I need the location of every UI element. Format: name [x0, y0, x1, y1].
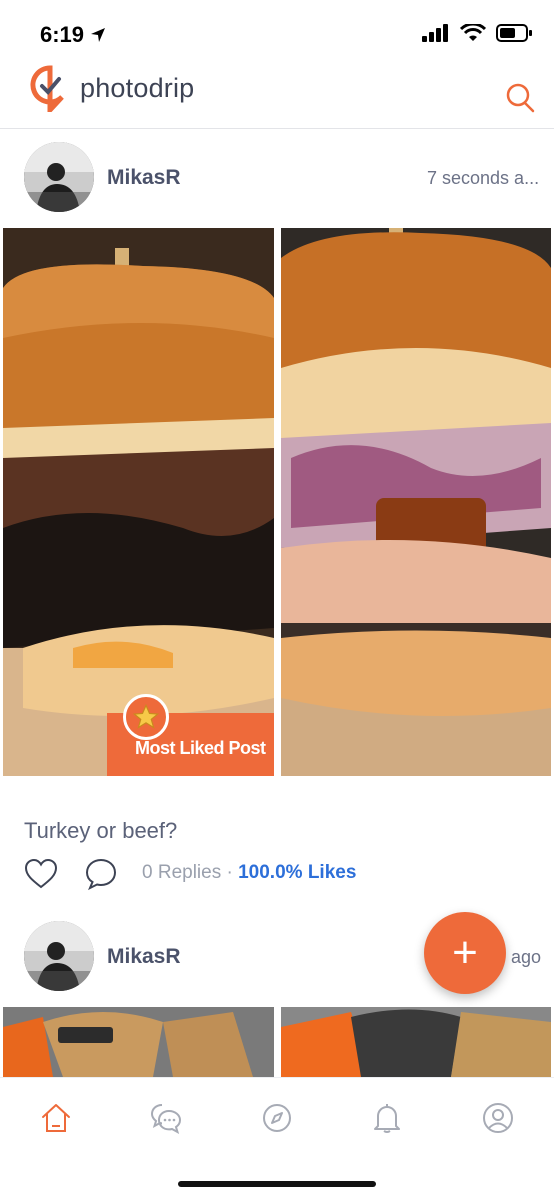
post-username[interactable]: MikasR — [107, 166, 181, 190]
post-time: 7 seconds a... — [427, 168, 540, 188]
battery-icon — [496, 24, 532, 42]
post-photo-left[interactable] — [3, 1007, 274, 1077]
bell-icon — [374, 1104, 400, 1133]
profile-icon — [483, 1103, 513, 1133]
likes-percent[interactable]: 100.0% Likes — [238, 862, 356, 883]
post-caption: Turkey or beef? — [24, 818, 178, 843]
nav-notifications[interactable] — [367, 1098, 407, 1138]
post-photo-right[interactable] — [281, 1007, 551, 1077]
post-photo-left[interactable]: Most Liked Post — [3, 228, 274, 776]
post-avatar[interactable] — [24, 921, 94, 991]
location-arrow-icon — [91, 28, 106, 42]
nav-chat[interactable] — [146, 1098, 186, 1138]
create-post-button[interactable]: + — [424, 912, 506, 994]
speech-bubble-icon — [85, 858, 117, 891]
app-name: photodrip — [80, 72, 195, 103]
app-brand: photodrip — [28, 64, 194, 112]
nav-profile[interactable] — [478, 1098, 518, 1138]
most-liked-label: Most Liked Post — [135, 738, 266, 758]
compass-icon — [263, 1104, 291, 1132]
search-button[interactable] — [505, 82, 535, 119]
post-avatar[interactable] — [24, 142, 94, 212]
status-indicators — [422, 24, 532, 42]
wifi-icon — [460, 24, 486, 41]
post-photo-right[interactable] — [281, 228, 551, 776]
photodrip-logo-icon — [30, 65, 64, 112]
plus-icon: + — [452, 928, 478, 977]
status-time: 6:19 — [40, 22, 106, 48]
search-icon — [506, 83, 535, 113]
reply-button[interactable] — [84, 857, 118, 896]
stats-separator: · — [226, 862, 233, 883]
heart-icon — [24, 858, 58, 889]
post-time: ago — [511, 947, 542, 967]
star-badge-icon — [123, 694, 169, 740]
nav-home[interactable] — [36, 1098, 76, 1138]
nav-explore[interactable] — [257, 1098, 297, 1138]
header-divider — [0, 128, 554, 129]
post-username[interactable]: MikasR — [107, 945, 181, 969]
chat-icon — [150, 1104, 182, 1134]
home-indicator — [178, 1181, 376, 1187]
replies-count[interactable]: 0 Replies — [142, 862, 221, 883]
post-stats: 0 Replies · 100.0% Likes — [142, 862, 356, 884]
like-button[interactable] — [24, 858, 58, 895]
cellular-signal-icon — [422, 24, 448, 42]
home-icon — [42, 1104, 70, 1132]
